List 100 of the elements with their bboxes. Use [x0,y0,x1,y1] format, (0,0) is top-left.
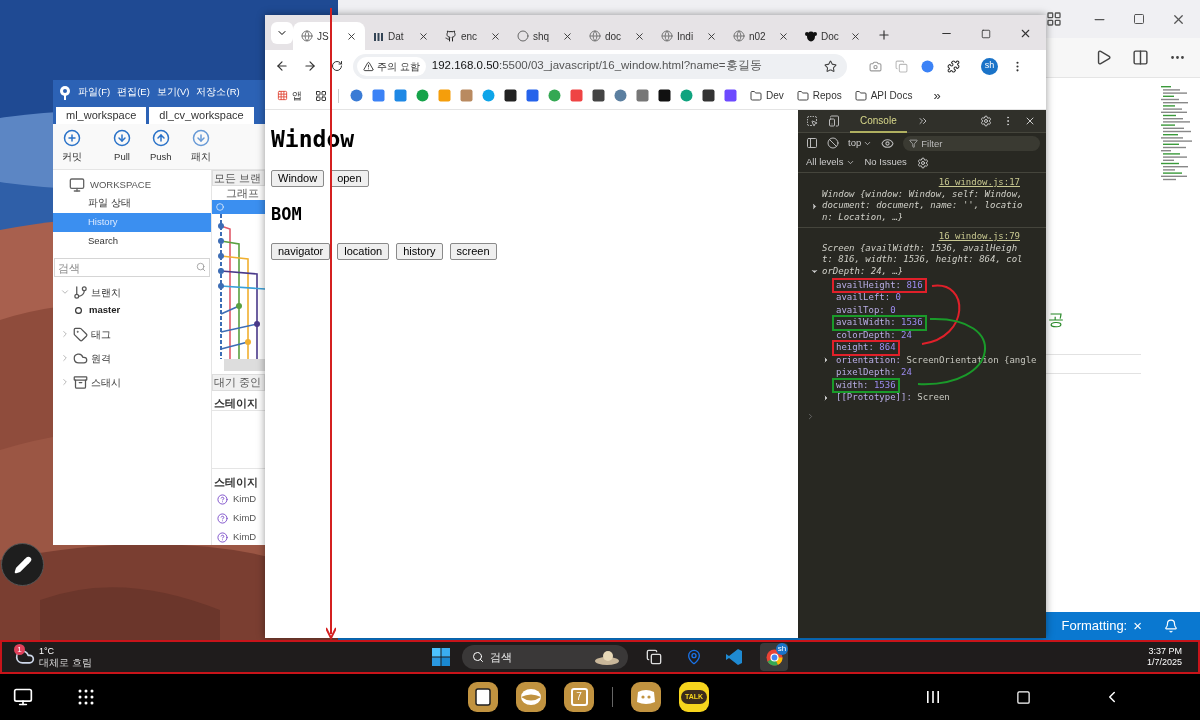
toolbar-button[interactable]: Pull [113,128,131,165]
menu-item[interactable]: 저장소(R) [196,84,240,100]
folder-icon[interactable] [796,89,809,102]
search-field[interactable]: 검색 [54,258,210,277]
maximize-icon[interactable] [1133,13,1145,25]
browser-app-icon[interactable] [516,682,546,712]
expand-toggle[interactable] [60,329,70,339]
notes-app-icon[interactable] [468,682,498,712]
page-button[interactable]: location [337,243,390,260]
code-editor-icon[interactable] [725,648,743,666]
context-selector[interactable]: top [848,135,864,151]
expand-toggle[interactable] [60,353,70,363]
taskbar-button[interactable]: sh [760,643,788,671]
eye-icon[interactable] [881,136,895,150]
browser-tab[interactable]: doc [581,22,653,50]
source-link[interactable]: 16_window.js:17 [938,177,1020,189]
start-icon[interactable] [432,648,450,666]
close-icon[interactable] [490,30,501,42]
tree-item[interactable]: master [89,302,121,318]
forward-icon[interactable] [303,59,317,73]
recent-apps-icon[interactable] [926,690,940,704]
reload-icon[interactable] [331,60,343,72]
page-button[interactable]: open [330,170,369,187]
toolbar-button[interactable]: 커밋 [62,128,82,165]
folder-icon[interactable] [750,89,762,102]
browser-tab[interactable]: Indi [653,22,725,50]
clear-icon[interactable] [827,137,839,149]
desktop-mode-icon[interactable] [13,687,33,707]
close-icon[interactable] [346,30,357,42]
status-close[interactable]: × [1133,614,1142,638]
settings-icon[interactable] [916,156,929,169]
security-chip[interactable]: 주의 요함 [357,56,426,76]
bookmark-folder[interactable]: Dev [766,88,784,103]
expand-toggle[interactable] [60,377,70,387]
close-icon[interactable] [778,30,789,42]
close-icon[interactable] [850,30,861,42]
tree-item[interactable]: 태그 [91,326,111,342]
inspect-icon[interactable] [806,115,818,127]
tree-item[interactable]: 원격 [91,350,111,366]
page-button[interactable]: history [396,243,443,260]
levels-selector[interactable]: All levels [806,155,844,170]
bookmark-icon[interactable] [702,89,715,102]
nav-item[interactable]: 파일 상태 [53,194,211,213]
scrollbar[interactable] [224,359,265,371]
filter-field[interactable]: Filter [903,135,1040,151]
browser-tab[interactable]: enc [437,22,509,50]
nav-item[interactable]: Search [53,232,211,251]
close-icon[interactable] [706,30,717,42]
browser-tab[interactable]: Dat [365,22,437,50]
app-drawer-icon[interactable] [78,689,94,705]
close-icon[interactable] [418,30,429,42]
devtools-tab[interactable]: Console [850,109,907,133]
bookmark-folder[interactable]: Repos [812,88,842,103]
expand-toggle[interactable] [810,201,819,211]
browser-tab[interactable]: JS [293,22,365,50]
bookmark-icon[interactable] [592,89,605,102]
home-icon[interactable] [1016,689,1031,705]
chat-app-icon[interactable] [631,682,661,712]
apps-icon[interactable] [277,90,288,101]
address-bar[interactable]: 주의 요함 192.168.0.50:5500/03_javascript/16_window.html?name=홍길동 [353,53,847,79]
toolbar-button[interactable]: Push [150,128,172,165]
extension-icon[interactable] [921,59,934,73]
expand-toggle[interactable] [60,287,70,297]
bookmark-icon[interactable] [658,89,671,102]
run-icon[interactable] [1095,49,1112,66]
bookmark-icon[interactable] [504,89,517,102]
apps-shortcut[interactable]: 앱 [292,88,302,103]
browser-tab[interactable]: Doc [797,22,869,50]
tree-item[interactable]: 스태시 [91,374,121,390]
branch-filter[interactable]: 모든 브랜 [212,170,265,186]
folder-icon[interactable] [854,89,867,102]
close-icon[interactable] [562,30,573,42]
browser-tab[interactable]: shq [509,22,581,50]
device-icon[interactable] [828,115,840,127]
toolbar-button[interactable]: 패치 [190,128,211,165]
issues-button[interactable]: No Issues [864,155,907,170]
profile-avatar[interactable]: sh [981,57,998,75]
close-icon[interactable] [1024,115,1036,127]
new-tab-icon[interactable] [877,28,891,42]
grid-icon[interactable] [315,89,327,102]
page-button[interactable]: Window [271,170,325,187]
bell-icon[interactable] [1164,619,1178,633]
file-name[interactable]: KimD [233,511,257,526]
browser-tab[interactable]: n02 [725,22,797,50]
maximize-icon[interactable] [981,28,991,39]
bookmark-folder[interactable]: API Docs [870,88,913,103]
menu-item[interactable]: 보기(V) [156,84,190,100]
file-name[interactable]: KimD [233,530,257,545]
tree-item[interactable]: 브랜치 [91,284,121,300]
settings-icon[interactable] [980,115,992,127]
bookmarks-overflow[interactable]: » [933,85,941,106]
task-view-icon[interactable] [646,649,662,665]
camera-icon[interactable] [869,59,882,73]
page-button[interactable]: screen [449,243,497,260]
page-button[interactable]: navigator [271,243,331,260]
star-icon[interactable] [824,59,837,73]
close-icon[interactable] [634,30,645,42]
more-tabs-icon[interactable] [916,115,929,127]
expand-toggle[interactable] [822,393,830,402]
sidebar-icon[interactable] [806,137,818,149]
